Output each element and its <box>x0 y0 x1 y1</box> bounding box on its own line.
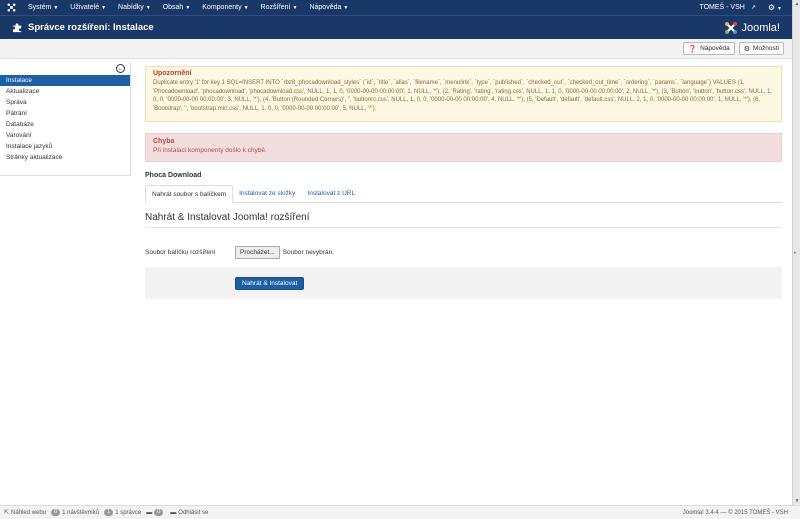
tab-upload-package[interactable]: Nahrát soubor s balíčkem <box>145 185 234 203</box>
external-link-icon: ↗ <box>750 5 756 11</box>
upload-install-button[interactable]: Nahrát & Instalovat <box>235 276 305 290</box>
package-file-row: Soubor balíčku rozšíření Procházet... So… <box>145 245 782 259</box>
scroll-down-icon[interactable]: ▼ <box>794 498 800 504</box>
section-title: Nahrát & Instalovat Joomla! rozšíření <box>145 212 782 228</box>
top-navbar: Systém ▼ Uživatelé ▼ Nabídky ▼ Obsah ▼ Kompo… <box>0 0 792 15</box>
user-gear-icon[interactable]: ⚙ ▼ <box>762 3 792 12</box>
tab-install-from-url[interactable]: Instalovat z URL <box>301 185 361 202</box>
sidebar-item-update-sites[interactable]: Stránky aktualizace <box>0 152 130 163</box>
sidebar-item-database[interactable]: Databáze <box>0 119 130 130</box>
scroll-up-icon[interactable]: ▲ <box>794 1 800 7</box>
messages-badge: 0 <box>154 509 164 516</box>
form-actions: Nahrát & Instalovat <box>145 267 782 299</box>
options-button[interactable]: ⚙ Možnosti <box>738 42 784 55</box>
caret-down-icon: ▼ <box>292 5 298 11</box>
sidebar-item-manage[interactable]: Správa <box>0 97 130 108</box>
warning-title: Upozornění <box>153 70 192 77</box>
menu-content[interactable]: Obsah ▼ <box>157 4 197 11</box>
admins-count: 1 1 správce <box>104 509 141 516</box>
vertical-scrollbar[interactable]: ▲ ▸ ▼ <box>792 0 800 505</box>
collapse-left-icon: ← <box>116 64 125 73</box>
page-header: Správce rozšíření: Instalace Joomla! <box>0 15 792 39</box>
file-status: Soubor nevybrán. <box>282 248 334 256</box>
menu-help[interactable]: Nápověda ▼ <box>303 4 354 11</box>
sidebar: ← Instalace Aktualizace Správa Pátrání D… <box>0 62 131 176</box>
caret-down-icon: ▼ <box>53 5 59 11</box>
sidebar-item-install[interactable]: Instalace <box>0 75 130 86</box>
site-name-link[interactable]: TOMEŠ - VSH <box>699 4 750 11</box>
sidebar-item-discover[interactable]: Pátrání <box>0 108 130 119</box>
sidebar-item-install-languages[interactable]: Instalace jazyků <box>0 141 130 152</box>
joomla-logo-icon[interactable] <box>0 3 22 12</box>
error-alert: Chyba Při instalaci komponenty došlo k c… <box>145 133 782 162</box>
caret-down-icon: ▼ <box>185 5 191 11</box>
package-file-label: Soubor balíčku rozšíření <box>145 248 216 256</box>
scroll-handle-icon[interactable]: ▸ <box>794 250 797 256</box>
warning-alert: Upozornění Duplicate entry '1' for key 1… <box>145 66 782 122</box>
external-link-icon: ⇱ <box>4 510 10 516</box>
caret-down-icon: ▼ <box>343 5 349 11</box>
error-title: Chyba <box>153 138 175 145</box>
visitors-badge: 0 <box>51 509 61 516</box>
view-site-link[interactable]: ⇱ Náhled webu <box>4 509 46 517</box>
joomla-brand-text: Joomla! <box>741 21 780 34</box>
admins-badge: 1 <box>104 509 114 516</box>
status-footer: ⇱ Náhled webu 0 1 návštěvníků 1 1 správc… <box>0 505 800 519</box>
sidebar-toggle[interactable]: ← <box>0 62 130 75</box>
puzzle-icon <box>6 22 28 33</box>
sidebar-item-update[interactable]: Aktualizace <box>0 86 130 97</box>
joomla-brand: Joomla! <box>724 21 780 35</box>
tab-install-from-folder[interactable]: Instalovat ze složky <box>233 185 301 202</box>
menu-users[interactable]: Uživatelé ▼ <box>64 4 112 11</box>
caret-down-icon: ▼ <box>243 5 249 11</box>
question-icon: ❓ <box>688 45 698 53</box>
version-info: Joomla! 3.4.4 — © 2015 TOMEŠ - VSH <box>682 509 788 516</box>
menu-menus[interactable]: Nabídky ▼ <box>112 4 157 11</box>
caret-down-icon: ▼ <box>101 5 107 11</box>
error-message: Při instalaci komponenty došlo k chybě. <box>153 147 267 154</box>
menu-components[interactable]: Komponenty ▼ <box>196 4 254 11</box>
component-name: Phoca Download <box>145 172 202 179</box>
main-content: Upozornění Duplicate entry '1' for key 1… <box>145 66 782 299</box>
page-title: Správce rozšíření: Instalace <box>28 22 154 33</box>
minus-icon: ▬ <box>146 509 153 516</box>
logout-link[interactable]: ▬ Odhlásit se <box>170 510 208 516</box>
messages-count[interactable]: ▬ 0 <box>146 509 165 516</box>
help-button[interactable]: ❓ Nápověda <box>683 42 735 55</box>
gear-icon: ⚙ <box>743 45 750 53</box>
menu-system[interactable]: Systém ▼ <box>22 4 64 11</box>
joomla-brand-icon <box>725 21 738 34</box>
visitors-count: 0 1 návštěvníků <box>51 509 99 516</box>
install-tabs: Nahrát soubor s balíčkem Instalovat ze s… <box>145 185 782 203</box>
warning-message: Duplicate entry '1' for key 1 SQL=INSERT… <box>153 80 773 112</box>
sidebar-item-warnings[interactable]: Varování <box>0 130 130 141</box>
menu-extensions[interactable]: Rozšíření ▼ <box>255 4 304 11</box>
caret-down-icon: ▼ <box>145 5 151 11</box>
browse-button[interactable]: Procházet... <box>235 245 280 259</box>
toolbar: ❓ Nápověda ⚙ Možnosti <box>0 39 792 59</box>
minus-icon: ▬ <box>170 509 177 516</box>
